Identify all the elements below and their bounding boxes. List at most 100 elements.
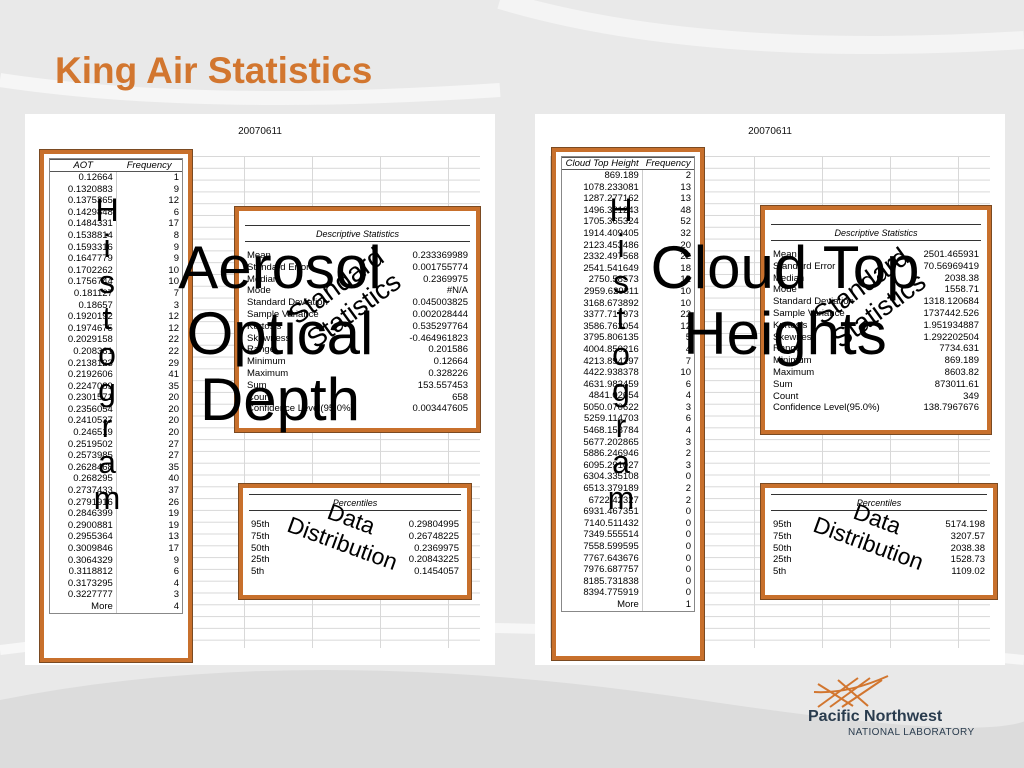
row-label-cell: 8185.731838 — [583, 575, 639, 587]
histogram-row: 0.3173295 4 — [50, 577, 182, 590]
histogram-row: 7558.599595 0 — [562, 541, 694, 553]
row-label-cell: 0.2356054 — [67, 403, 113, 415]
histogram-row: 5886.246946 2 — [562, 448, 694, 460]
row-label-cell: 0.2029158 — [67, 334, 113, 346]
stats-header: Descriptive Statistics — [245, 225, 470, 242]
row-label-cell: 7767.643676 — [583, 552, 639, 564]
row-label-cell: 95th — [251, 519, 270, 530]
row-value-cell: 0.29804995 — [408, 519, 459, 530]
cloud-histogram-box: Cloud Top Height Frequency 869.189 2 1078.… — [551, 147, 705, 661]
row-value-cell: 2038.38 — [944, 272, 979, 284]
histogram-row: 3795.806135 5 — [562, 332, 694, 344]
row-label-cell: 0.2628468 — [67, 461, 113, 473]
row-label-cell: 0.2573985 — [67, 450, 113, 462]
row-value-cell: 22 — [115, 334, 182, 346]
row-label-cell: 0.1756744 — [67, 276, 113, 288]
row-value-cell: 48 — [641, 204, 694, 217]
row-value-cell: 0.20843225 — [408, 554, 459, 566]
row-label-cell: 2959.629811 — [584, 285, 639, 297]
row-label-cell: 0.1647779 — [67, 253, 113, 265]
histogram-row: 6931.467351 0 — [562, 506, 694, 518]
row-label-cell: Sample Variance — [773, 307, 845, 319]
row-value-cell: 4 — [641, 390, 694, 402]
row-value-cell: 6 — [641, 378, 694, 391]
row-value-cell: 40 — [115, 473, 182, 486]
row-label-cell: 0.3118812 — [68, 566, 113, 578]
row-value-cell: 0 — [641, 529, 694, 541]
row-label-cell: 0.2791916 — [67, 496, 113, 508]
histogram-row: 0.1756744 10 — [50, 276, 182, 288]
row-label-cell: 0.1702262 — [67, 264, 113, 276]
row-label-cell: 8394.775919 — [583, 587, 639, 599]
histogram-row: 5468.158784 4 — [562, 425, 694, 437]
row-label-cell: 2541.541649 — [583, 262, 639, 274]
row-value-cell: 12 — [641, 274, 694, 286]
row-value-cell: 10 — [641, 285, 694, 298]
row-label-cell: More — [617, 598, 639, 610]
row-label-cell: Minimum — [247, 356, 286, 368]
histogram-row: 2123.453486 20 — [562, 239, 694, 252]
row-label-cell: 0.3227777 — [67, 589, 113, 601]
row-label-cell: Median — [247, 273, 279, 285]
row-value-cell: 37 — [115, 485, 182, 497]
row-value-cell: 3 — [641, 436, 694, 449]
histogram-row: 7140.511432 0 — [562, 517, 694, 530]
histogram-row: 0.2192606 41 — [50, 369, 182, 381]
row-value-cell: 18 — [641, 262, 694, 275]
histogram-row: 0.12664 1 — [50, 171, 182, 184]
histogram-row: 0.2356054 20 — [50, 403, 182, 416]
row-value-cell: 9 — [115, 253, 182, 265]
row-value-cell: 2 — [641, 448, 694, 460]
histogram-row: 5677.202865 3 — [562, 436, 694, 449]
stats-row: Maximum 8603.82 — [771, 367, 981, 379]
row-label-cell: 0.1429848 — [67, 206, 113, 218]
row-value-cell: 35 — [115, 380, 182, 393]
row-label-cell: 5259.114703 — [584, 413, 639, 425]
stats-row: Minimum 869.189 — [771, 355, 981, 367]
histogram-row: 0.3064329 9 — [50, 554, 182, 567]
row-value-cell: 869.189 — [944, 355, 979, 367]
row-value-cell: 12 — [115, 195, 182, 207]
histogram-row: 3168.673892 10 — [562, 297, 694, 310]
histogram-row: More 4 — [50, 600, 182, 613]
row-label-cell: 50th — [251, 542, 270, 554]
row-label-cell: 6931.467351 — [583, 506, 639, 518]
histogram-row: 3586.762054 12 — [562, 320, 694, 333]
histogram-row: 0.2029158 22 — [50, 334, 182, 346]
row-value-cell: 0.002028444 — [412, 308, 468, 320]
row-value-cell: 153.557453 — [417, 379, 468, 391]
row-label-cell: 0.208361 — [73, 345, 113, 357]
row-value-cell: 13 — [115, 531, 182, 543]
row-label-cell: 0.1484331 — [67, 218, 113, 230]
row-value-cell: 0 — [641, 517, 694, 530]
row-label-cell: 5468.158784 — [583, 425, 639, 437]
row-label-cell: Sum — [247, 379, 267, 391]
row-value-cell: 26 — [115, 496, 182, 509]
row-value-cell: 0 — [641, 564, 694, 576]
histogram-row: 0.208361 22 — [50, 345, 182, 358]
row-value-cell: 10 — [115, 264, 182, 277]
row-label-cell: 0.181127 — [73, 287, 113, 299]
row-value-cell: 1 — [641, 598, 694, 611]
aot-percentiles-box: Percentiles 95th 0.29804995 75th 0.26748225… — [238, 483, 472, 600]
histogram-row: 0.1974675 12 — [50, 322, 182, 335]
row-label-cell: 0.1538814 — [67, 229, 113, 241]
percentile-row: 95th 5174.198 — [771, 519, 987, 531]
row-label-cell: 0.3173295 — [67, 577, 113, 589]
histogram-row: 0.2301571 20 — [50, 392, 182, 404]
row-label-cell: 5677.202865 — [583, 436, 639, 448]
percentiles-header: Percentiles — [771, 494, 987, 511]
row-value-cell: 10 — [641, 367, 694, 379]
histogram-row: 2750.58573 12 — [562, 274, 694, 286]
row-label-cell: Mode — [247, 285, 271, 297]
row-value-cell: 22 — [641, 309, 694, 321]
stats-row: Mean 2501.465931 — [771, 249, 981, 261]
row-label-cell: 75th — [773, 530, 792, 542]
percentile-row: 25th 1528.73 — [771, 554, 987, 566]
histogram-row: 0.1429848 6 — [50, 206, 182, 219]
row-value-cell: 4 — [641, 425, 694, 437]
row-label-cell: 0.268295 — [73, 473, 113, 485]
row-value-cell: 2 — [641, 494, 694, 507]
histogram-row: 6304.335108 0 — [562, 471, 694, 484]
row-label-cell: 3795.806135 — [583, 332, 639, 344]
